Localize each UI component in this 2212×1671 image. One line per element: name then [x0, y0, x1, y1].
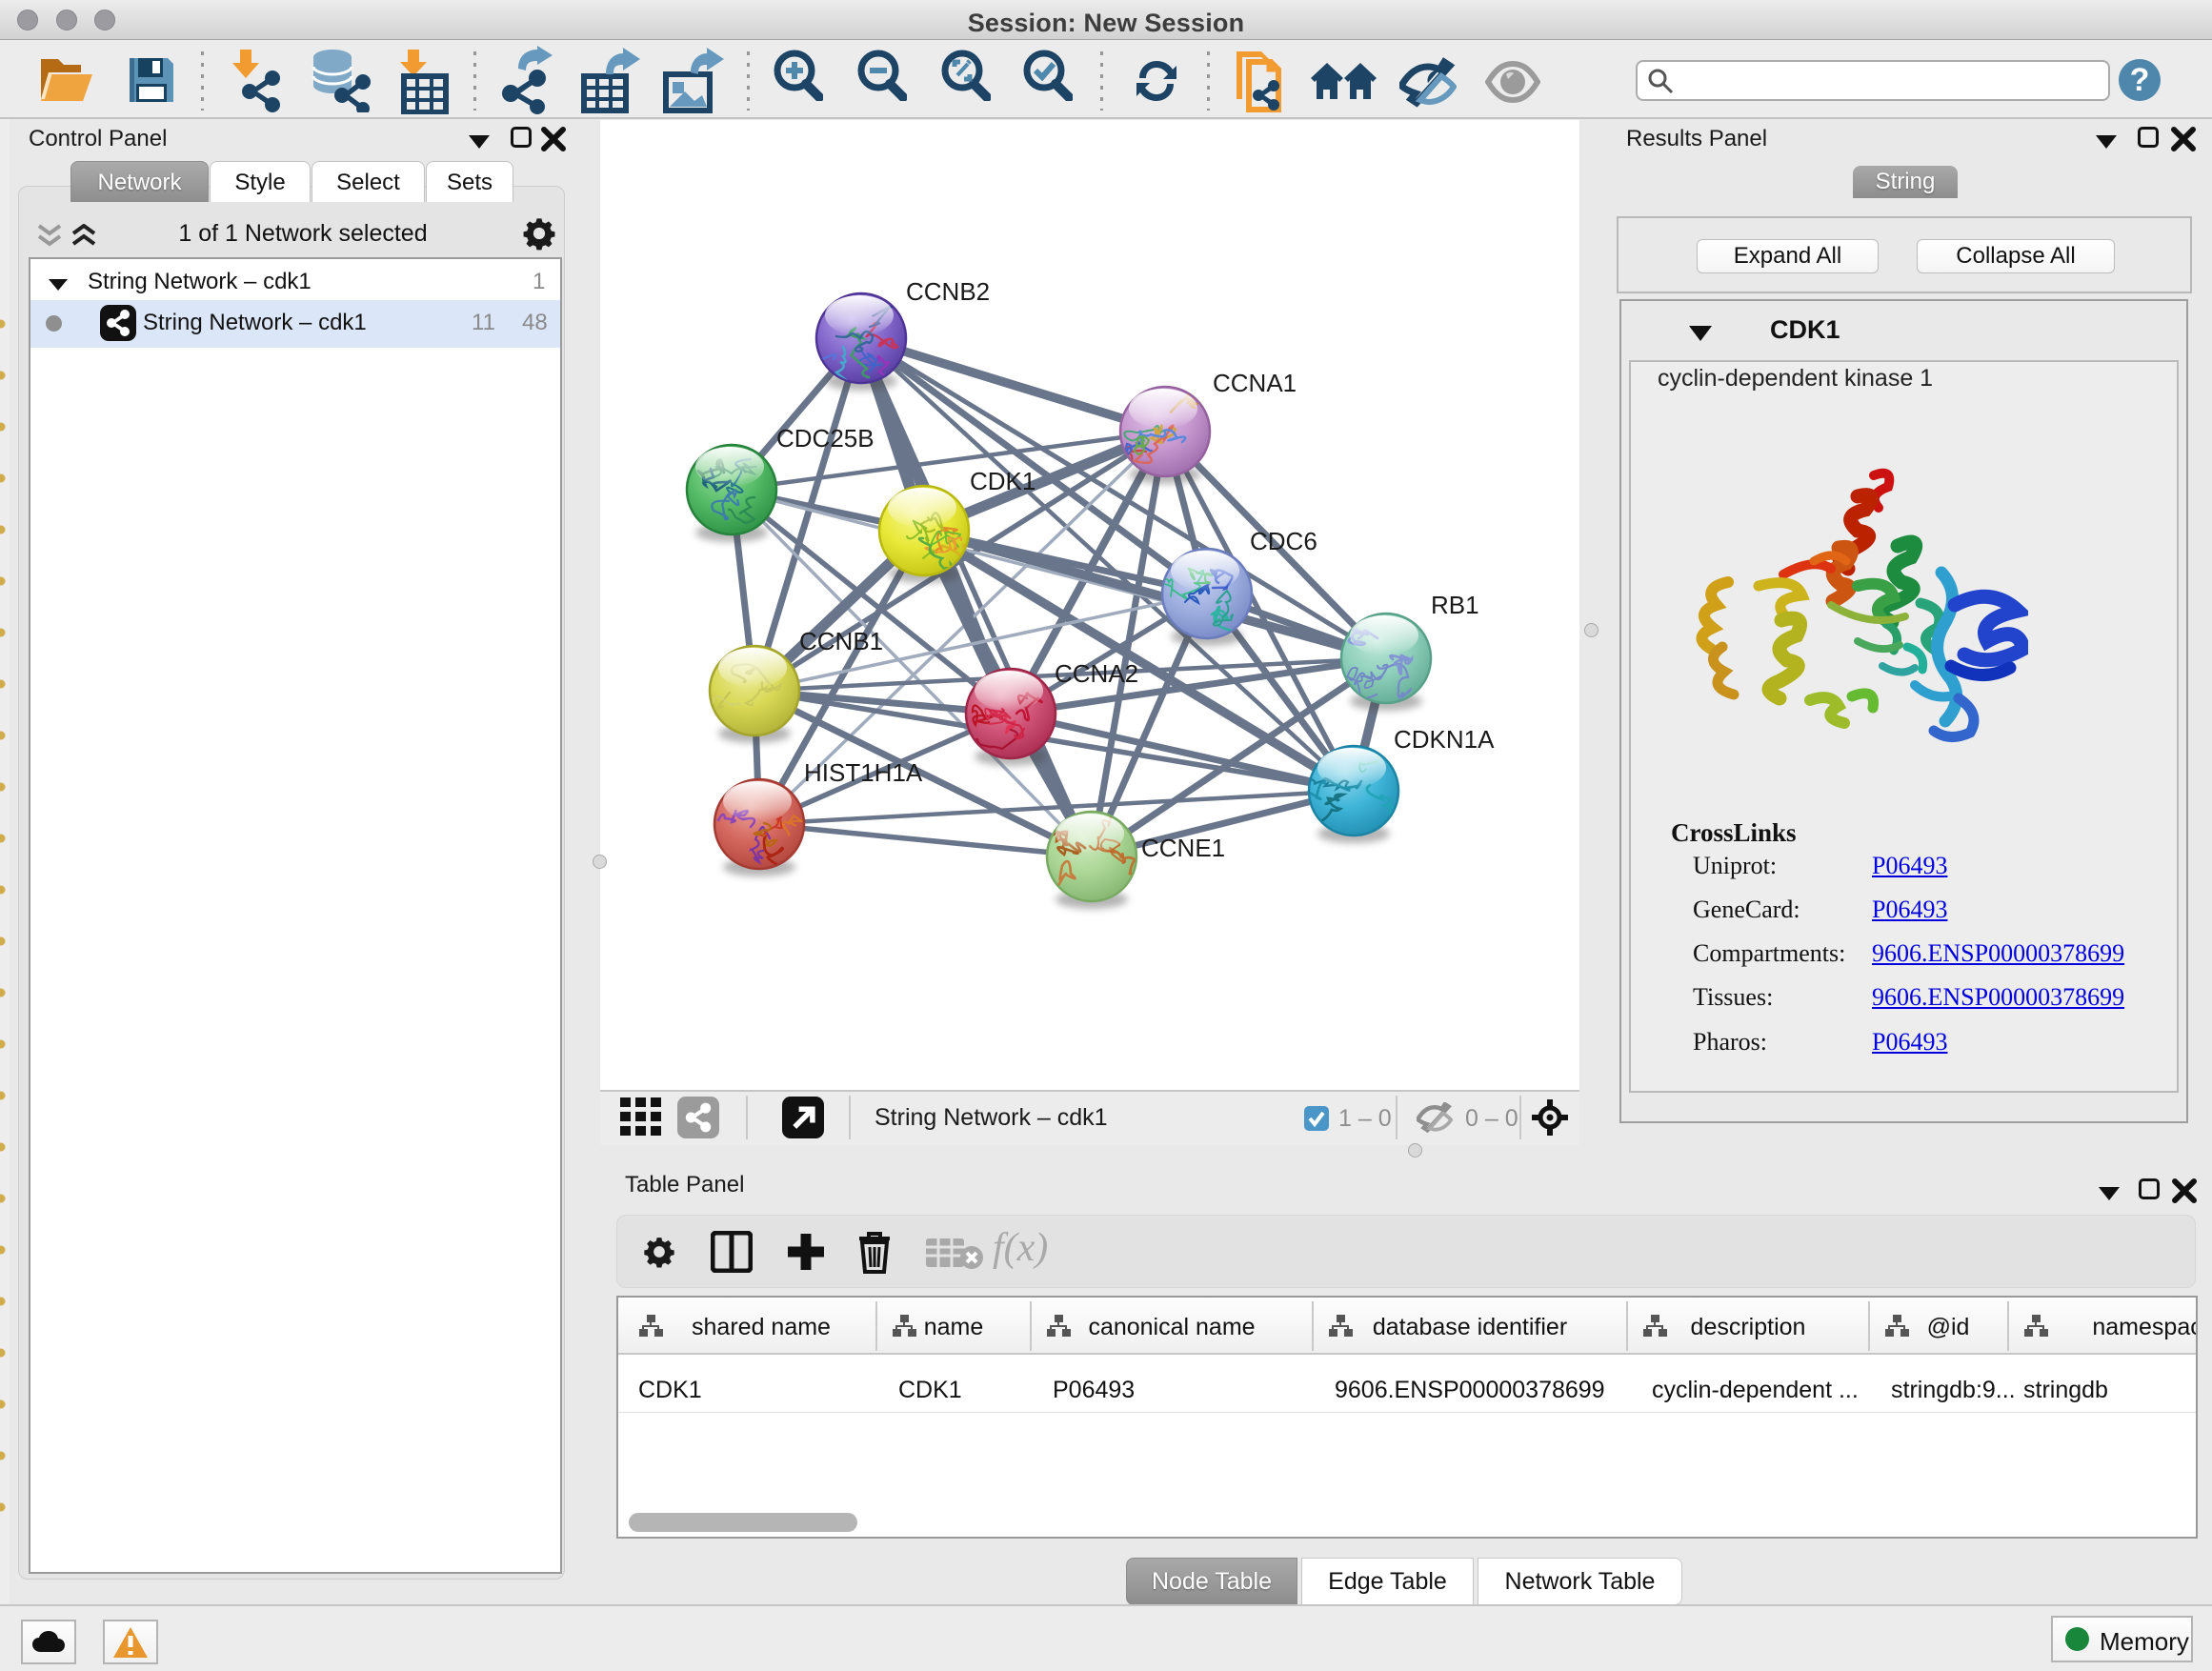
svg-text:@id: @id [1927, 1314, 1970, 1340]
svg-text:HIST1H1A: HIST1H1A [804, 758, 923, 787]
svg-text:CCNE1: CCNE1 [1141, 834, 1225, 862]
svg-text:CCNB2: CCNB2 [906, 277, 990, 306]
svg-text:CDKN1A: CDKN1A [1394, 725, 1495, 754]
svg-text:canonical name: canonical name [1088, 1314, 1255, 1340]
svg-text:namespace: namespace [2092, 1314, 2196, 1340]
svg-text:database identifier: database identifier [1373, 1314, 1567, 1340]
svg-text:CDC6: CDC6 [1250, 527, 1317, 555]
svg-text:CDK1: CDK1 [970, 467, 1036, 495]
svg-text:CCNA2: CCNA2 [1055, 659, 1138, 688]
svg-text:CCNB1: CCNB1 [799, 627, 883, 655]
svg-text:shared name: shared name [692, 1314, 831, 1340]
svg-text:CCNA1: CCNA1 [1213, 369, 1297, 397]
svg-text:name: name [924, 1314, 984, 1340]
svg-text:CDC25B: CDC25B [776, 424, 875, 453]
svg-text:description: description [1691, 1314, 1806, 1340]
svg-text:RB1: RB1 [1431, 591, 1479, 619]
